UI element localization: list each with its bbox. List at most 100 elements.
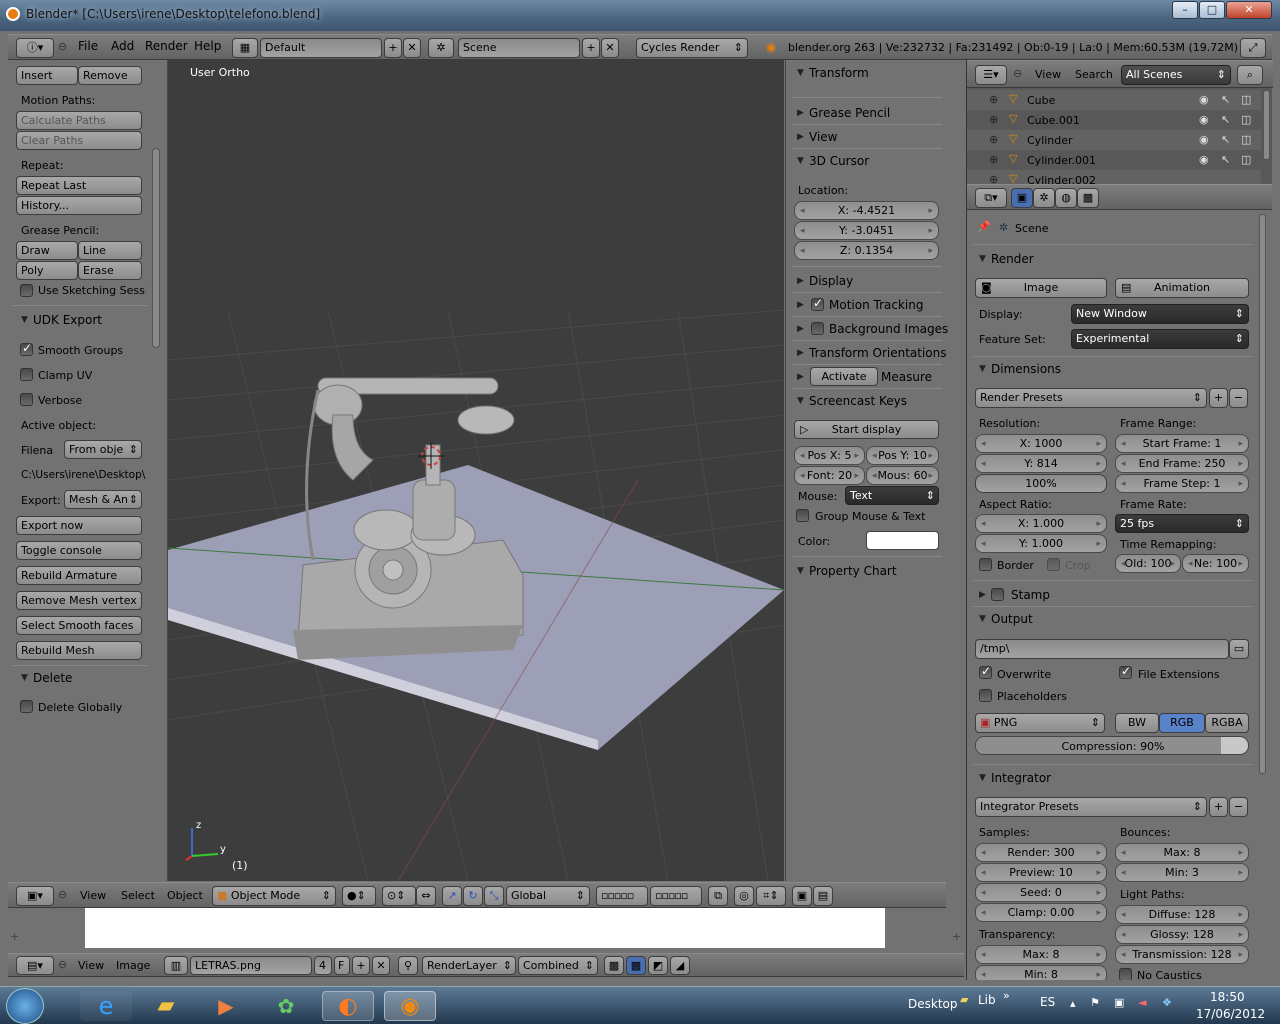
toggle-console-button[interactable]: Toggle console <box>16 541 142 560</box>
color-rgba-button[interactable]: RGBA <box>1205 713 1249 733</box>
placeholders-checkbox[interactable] <box>979 689 992 702</box>
integrator-panel-title[interactable]: Integrator <box>991 771 1051 785</box>
editor-type-image-button[interactable]: ▤▾ <box>16 956 54 975</box>
pin-icon[interactable]: 📌 <box>977 220 991 233</box>
repeat-last-button[interactable]: Repeat Last <box>16 176 142 195</box>
panel-expand-icon[interactable]: ▶ <box>797 372 804 382</box>
cursor-y-field[interactable]: Y: -3.0451 <box>794 221 939 240</box>
bounces-min-field[interactable]: Min: 3 <box>1115 863 1249 882</box>
eye-icon[interactable]: ◉ <box>1199 93 1209 106</box>
show-hidden-icons-icon[interactable]: ▴ <box>1070 997 1076 1010</box>
grease-pencil-panel-title[interactable]: Grease Pencil <box>809 106 890 120</box>
3d-viewport[interactable]: User Ortho z y (1) <box>168 60 784 881</box>
aspect-x-field[interactable]: X: 1.000 <box>975 514 1107 533</box>
area-split-plus-icon[interactable]: + <box>10 930 19 943</box>
mouse-mode-dropdown[interactable]: Text ⇕ <box>845 486 939 505</box>
display-dropdown[interactable]: New Window ⇕ <box>1071 304 1249 324</box>
input-language-indicator[interactable]: ES <box>1040 995 1055 1009</box>
mode-dropdown[interactable]: ■ Object Mode ⇕ <box>212 886 336 906</box>
diffuse-bounces-field[interactable]: Diffuse: 128 <box>1115 905 1249 924</box>
maximize-button[interactable]: □ <box>1199 1 1225 19</box>
internet-explorer-icon[interactable]: e <box>80 991 132 1021</box>
draw-curve-icon[interactable]: ◢ <box>670 956 690 975</box>
panel-expand-icon[interactable]: ▶ <box>797 132 804 142</box>
render-animation-icon[interactable]: ▤ <box>813 886 833 906</box>
outliner-item-label[interactable]: Cylinder.001 <box>1027 154 1096 167</box>
filename-dropdown[interactable]: From obje ⇕ <box>64 440 142 459</box>
add-preset-button[interactable]: + <box>1209 388 1228 408</box>
screen-layout-icon[interactable]: ▦ <box>232 38 258 58</box>
panel-collapse-icon[interactable]: ▼ <box>21 315 28 325</box>
glossy-bounces-field[interactable]: Glossy: 128 <box>1115 925 1249 944</box>
list-item[interactable]: ⊕ ▽ Cylinder ◉ ↖ ◫ <box>967 130 1261 150</box>
gp-draw-button[interactable]: Draw <box>16 241 78 260</box>
action-center-flag-icon[interactable]: ⚑ <box>1090 996 1100 1009</box>
image-browse-icon[interactable]: ▥ <box>164 956 188 975</box>
render-presets-dropdown[interactable]: Render Presets ⇕ <box>975 388 1207 408</box>
stamp-checkbox[interactable] <box>991 588 1004 601</box>
resolution-percentage-slider[interactable]: 100% <box>975 474 1107 493</box>
measure-panel-title[interactable]: Measure <box>881 370 932 384</box>
render-still-icon[interactable]: ▣ <box>792 886 812 906</box>
scene-field[interactable]: Scene <box>458 38 580 58</box>
stamp-panel-title[interactable]: Stamp <box>1011 588 1050 602</box>
expand-icon[interactable]: ⊕ <box>989 153 998 166</box>
udk-export-panel-title[interactable]: UDK Export <box>33 313 102 327</box>
background-images-panel-title[interactable]: Background Images <box>829 322 948 336</box>
menu-select[interactable]: Select <box>121 885 155 907</box>
rebuild-mesh-button[interactable]: Rebuild Mesh <box>16 641 142 660</box>
render-layer-dropdown[interactable]: RenderLayer ⇕ <box>422 956 516 975</box>
output-panel-title[interactable]: Output <box>991 612 1033 626</box>
panel-expand-icon[interactable]: ▶ <box>797 300 804 310</box>
end-frame-field[interactable]: End Frame: 250 <box>1115 454 1249 473</box>
menu-render[interactable]: Render <box>145 35 188 57</box>
3d-cursor-panel-title[interactable]: 3D Cursor <box>809 154 869 168</box>
cursor-z-field[interactable]: Z: 0.1354 <box>794 241 939 260</box>
verbose-checkbox[interactable] <box>20 393 33 406</box>
cursor-icon[interactable]: ↖ <box>1221 113 1230 126</box>
collapse-menu-icon[interactable]: ⊖ <box>58 958 67 971</box>
start-display-button[interactable]: ▷ Start display <box>794 420 939 439</box>
clock-date[interactable]: 17/06/2012 <box>1196 1007 1265 1021</box>
remove-screen-button[interactable]: ✕ <box>403 38 421 58</box>
menu-help[interactable]: Help <box>194 35 221 57</box>
output-path-field[interactable]: /tmp\ <box>975 639 1229 659</box>
bounces-max-field[interactable]: Max: 8 <box>1115 843 1249 862</box>
property-chart-panel-title[interactable]: Property Chart <box>809 564 897 578</box>
paint-icon[interactable]: ✿ <box>260 991 312 1021</box>
draw-channels-icon[interactable]: ▩ <box>604 956 624 975</box>
draw-zbuffer-icon[interactable]: ◩ <box>648 956 668 975</box>
world-context-icon[interactable]: ◍ <box>1055 188 1077 208</box>
collapse-menu-icon[interactable]: ⊖ <box>1013 67 1022 80</box>
folder-icon[interactable]: ▭ <box>1229 639 1249 659</box>
color-swatch[interactable] <box>866 531 939 550</box>
layers-row-2[interactable]: ▫▫▫▫▫ <box>650 886 702 906</box>
transparency-max-field[interactable]: Max: 8 <box>975 945 1107 964</box>
menu-add[interactable]: Add <box>111 35 134 57</box>
rebuild-armature-button[interactable]: Rebuild Armature <box>16 566 142 585</box>
transform-orientations-panel-title[interactable]: Transform Orientations <box>809 346 947 360</box>
blender-taskbar-icon[interactable]: ◉ <box>384 991 436 1021</box>
firefox-icon[interactable]: ◐ <box>322 991 374 1021</box>
frame-rate-dropdown[interactable]: 25 fps ⇕ <box>1115 514 1249 533</box>
layers-row-1[interactable]: ▫▫▫▫▫ <box>596 886 648 906</box>
panel-collapse-icon[interactable]: ▼ <box>979 773 986 783</box>
lib-toolbar-label[interactable]: Lib <box>978 993 996 1007</box>
scale-manipulator-icon[interactable]: ⤡ <box>484 886 504 906</box>
toolshelf-scrollbar[interactable] <box>152 148 160 348</box>
area-split-plus-icon[interactable]: + <box>952 930 961 943</box>
cursor-icon[interactable]: ↖ <box>1221 153 1230 166</box>
start-frame-field[interactable]: Start Frame: 1 <box>1115 434 1249 453</box>
panel-collapse-icon[interactable]: ▼ <box>797 396 804 406</box>
feature-set-dropdown[interactable]: Experimental ⇕ <box>1071 329 1249 349</box>
start-button[interactable] <box>6 988 44 1024</box>
volume-muted-icon[interactable]: ◄ <box>1138 996 1146 1009</box>
file-explorer-icon[interactable]: ▰ <box>140 991 192 1021</box>
pivot-point-dropdown[interactable]: ⊙⇕ <box>382 886 416 906</box>
smooth-groups-checkbox[interactable] <box>20 341 33 356</box>
search-icon[interactable]: ⌕ <box>1237 65 1263 85</box>
border-checkbox[interactable] <box>979 558 992 571</box>
image-canvas[interactable] <box>85 908 885 948</box>
new-image-button[interactable]: + <box>352 956 370 975</box>
expand-icon[interactable]: ⊕ <box>989 113 998 126</box>
